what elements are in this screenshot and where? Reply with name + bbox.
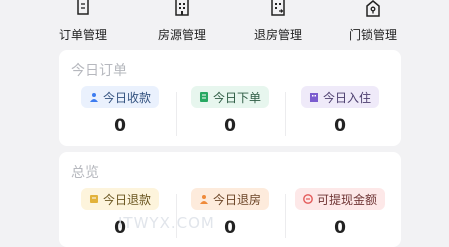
stat-label-pill: 今日收款 (80, 86, 160, 108)
stat-today-checkouts[interactable]: 今日退房 0 (175, 186, 285, 246)
stat-value: 0 (334, 218, 346, 238)
nav-item-checkout-management[interactable]: 退房管理 (228, 0, 328, 44)
stat-value: 0 (224, 218, 236, 238)
door-lock-icon (366, 0, 380, 17)
checkout-building-icon (271, 0, 285, 16)
stat-label-pill: 今日入住 (300, 86, 380, 108)
stat-value: 0 (224, 116, 236, 136)
stat-label: 今日退房 (212, 192, 262, 207)
stat-label-pill: 今日退款 (80, 188, 160, 210)
overview-card: 总览 今日退款 0 今日退房 0 可提现金额 0 (59, 152, 401, 247)
withdraw-icon (303, 194, 313, 204)
stat-label-pill: 可提现金额 (294, 188, 386, 210)
stat-label: 今日退款 (102, 192, 152, 207)
nav-item-property-management[interactable]: 房源管理 (132, 0, 232, 44)
stat-label-pill: 今日下单 (190, 86, 270, 108)
today-orders-card: 今日订单 今日收款 0 今日下单 0 今日入住 0 (59, 50, 401, 146)
stat-withdrawable-amount[interactable]: 可提现金额 0 (285, 186, 395, 246)
nav-item-label: 退房管理 (253, 28, 302, 42)
checkin-icon (309, 93, 318, 102)
stat-label: 今日入住 (322, 90, 372, 105)
stat-today-new-orders[interactable]: 今日下单 0 (175, 84, 285, 144)
nav-item-order-management[interactable]: 订单管理 (33, 0, 133, 44)
order-icon (77, 0, 89, 15)
stat-value: 0 (114, 218, 126, 238)
stat-label: 可提现金额 (316, 192, 378, 207)
building-icon (175, 0, 189, 16)
nav-item-door-lock-management[interactable]: 门锁管理 (323, 0, 423, 44)
payment-icon (89, 93, 98, 102)
nav-item-label: 门锁管理 (348, 28, 397, 42)
top-nav: 订单管理 房源管理 退房管理 门锁管理 (0, 0, 449, 44)
stat-today-refunds[interactable]: 今日退款 0 (65, 186, 175, 246)
stat-label-pill: 今日退房 (190, 188, 270, 210)
stat-value: 0 (114, 116, 126, 136)
stat-value: 0 (334, 116, 346, 136)
card-title: 今日订单 (71, 63, 127, 79)
stat-today-payment[interactable]: 今日收款 0 (65, 84, 175, 144)
card-title: 总览 (71, 165, 99, 181)
refund-icon (89, 195, 98, 203)
stat-today-checkins[interactable]: 今日入住 0 (285, 84, 395, 144)
checkout-person-icon (199, 195, 208, 204)
stat-label: 今日收款 (102, 90, 152, 105)
new-order-icon (199, 92, 208, 102)
stat-label: 今日下单 (212, 90, 262, 105)
nav-item-label: 房源管理 (157, 28, 206, 42)
nav-item-label: 订单管理 (58, 28, 107, 42)
